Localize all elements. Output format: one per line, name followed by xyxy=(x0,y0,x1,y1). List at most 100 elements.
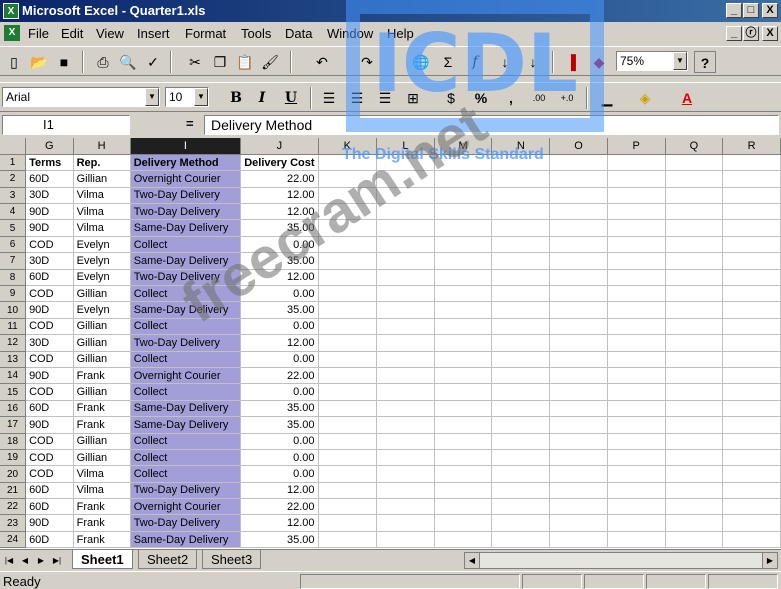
cell[interactable]: Gillian xyxy=(73,318,131,336)
cell[interactable] xyxy=(549,449,608,467)
cell[interactable]: 90D xyxy=(25,416,74,434)
cell[interactable] xyxy=(318,482,378,500)
cell[interactable] xyxy=(491,416,551,434)
cell[interactable] xyxy=(665,351,724,368)
cell[interactable] xyxy=(434,334,493,352)
cell[interactable] xyxy=(491,383,551,401)
cell[interactable] xyxy=(491,482,551,500)
cell[interactable] xyxy=(722,482,781,500)
cell[interactable]: 35.00 xyxy=(240,400,319,418)
cell[interactable] xyxy=(491,301,551,319)
cell[interactable] xyxy=(607,416,666,434)
cell[interactable] xyxy=(665,498,724,516)
minimize-button[interactable]: _ xyxy=(726,3,742,18)
cell[interactable] xyxy=(722,367,781,385)
cell[interactable] xyxy=(376,449,435,467)
cell[interactable] xyxy=(434,351,493,368)
cell[interactable] xyxy=(722,269,781,287)
cell[interactable] xyxy=(665,514,724,532)
cell[interactable] xyxy=(434,416,493,434)
row-header[interactable]: 16 xyxy=(0,400,27,418)
cell[interactable]: 90D xyxy=(25,367,74,385)
cell[interactable]: COD xyxy=(25,236,74,254)
cell[interactable] xyxy=(722,465,781,483)
cell[interactable]: Frank xyxy=(73,531,131,549)
cell[interactable] xyxy=(491,400,551,418)
cell[interactable] xyxy=(549,465,608,483)
cell[interactable]: 12.00 xyxy=(240,514,319,532)
menu-file[interactable]: File xyxy=(28,26,49,41)
cell[interactable]: 30D xyxy=(25,334,74,352)
row-header[interactable]: 19 xyxy=(0,449,27,467)
cell[interactable]: Two-Day Delivery xyxy=(130,203,242,221)
cell[interactable]: 60D xyxy=(25,498,74,516)
cell[interactable]: Same-Day Delivery xyxy=(130,416,242,434)
cell[interactable] xyxy=(607,236,666,254)
cell[interactable]: 0.00 xyxy=(240,449,319,467)
menu-format[interactable]: Format xyxy=(185,26,226,41)
cell[interactable]: COD xyxy=(25,433,74,450)
cell[interactable] xyxy=(491,318,551,336)
cell[interactable] xyxy=(665,252,724,270)
cell[interactable] xyxy=(491,203,551,221)
cell[interactable] xyxy=(376,416,435,434)
column-header[interactable]: P xyxy=(607,138,666,155)
fill-color-icon[interactable]: ◈ xyxy=(634,87,656,109)
italic-button[interactable]: I xyxy=(251,87,273,109)
cell[interactable]: COD xyxy=(25,449,74,467)
cell[interactable] xyxy=(607,465,666,483)
row-header[interactable]: 22 xyxy=(0,498,27,516)
cell[interactable] xyxy=(722,433,781,450)
cell[interactable] xyxy=(549,531,608,549)
cell[interactable] xyxy=(434,187,493,205)
cell[interactable] xyxy=(318,514,378,532)
cell[interactable] xyxy=(434,482,493,500)
column-header[interactable]: O xyxy=(549,138,608,155)
cell[interactable] xyxy=(491,334,551,352)
cell[interactable] xyxy=(491,236,551,254)
cell[interactable]: Gillian xyxy=(73,433,131,450)
cell[interactable]: Two-Day Delivery xyxy=(130,187,242,205)
cell[interactable]: 0.00 xyxy=(240,465,319,483)
cell[interactable] xyxy=(665,465,724,483)
new-icon[interactable]: ▯ xyxy=(3,51,25,73)
cell[interactable] xyxy=(607,531,666,549)
cell[interactable] xyxy=(491,170,551,188)
cell[interactable] xyxy=(607,351,666,368)
cell[interactable] xyxy=(549,498,608,516)
cell[interactable] xyxy=(549,236,608,254)
format-painter-icon[interactable]: 🖌 xyxy=(259,51,281,73)
cell[interactable]: 12.00 xyxy=(240,482,319,500)
cell[interactable] xyxy=(722,416,781,434)
cell[interactable]: 90D xyxy=(25,514,74,532)
cell[interactable] xyxy=(318,301,378,319)
cell[interactable] xyxy=(376,285,435,303)
cell[interactable] xyxy=(722,531,781,549)
cell[interactable] xyxy=(607,219,666,237)
cell[interactable]: Collect xyxy=(130,449,242,467)
cell[interactable] xyxy=(318,531,378,549)
cell[interactable] xyxy=(665,154,724,172)
cell[interactable]: 22.00 xyxy=(240,367,319,385)
cell[interactable] xyxy=(549,400,608,418)
tab-sheet3[interactable]: Sheet3 xyxy=(202,550,262,569)
cell[interactable] xyxy=(665,170,724,188)
cell[interactable] xyxy=(376,334,435,352)
cell[interactable] xyxy=(491,187,551,205)
row-header[interactable]: 13 xyxy=(0,351,27,368)
cell[interactable]: Collect xyxy=(130,433,242,450)
cell[interactable]: Frank xyxy=(73,400,131,418)
cell[interactable] xyxy=(549,170,608,188)
row-header[interactable]: 23 xyxy=(0,514,27,532)
cell[interactable] xyxy=(607,514,666,532)
row-header[interactable]: 14 xyxy=(0,367,27,385)
cell[interactable] xyxy=(434,318,493,336)
cell[interactable] xyxy=(491,514,551,532)
cell[interactable]: Evelyn xyxy=(73,269,131,287)
cell[interactable]: Overnight Courier xyxy=(130,498,242,516)
cell[interactable] xyxy=(318,465,378,483)
cell[interactable]: Evelyn xyxy=(73,236,131,254)
cell[interactable] xyxy=(549,318,608,336)
row-header[interactable]: 9 xyxy=(0,285,27,303)
column-header[interactable]: R xyxy=(722,138,781,155)
